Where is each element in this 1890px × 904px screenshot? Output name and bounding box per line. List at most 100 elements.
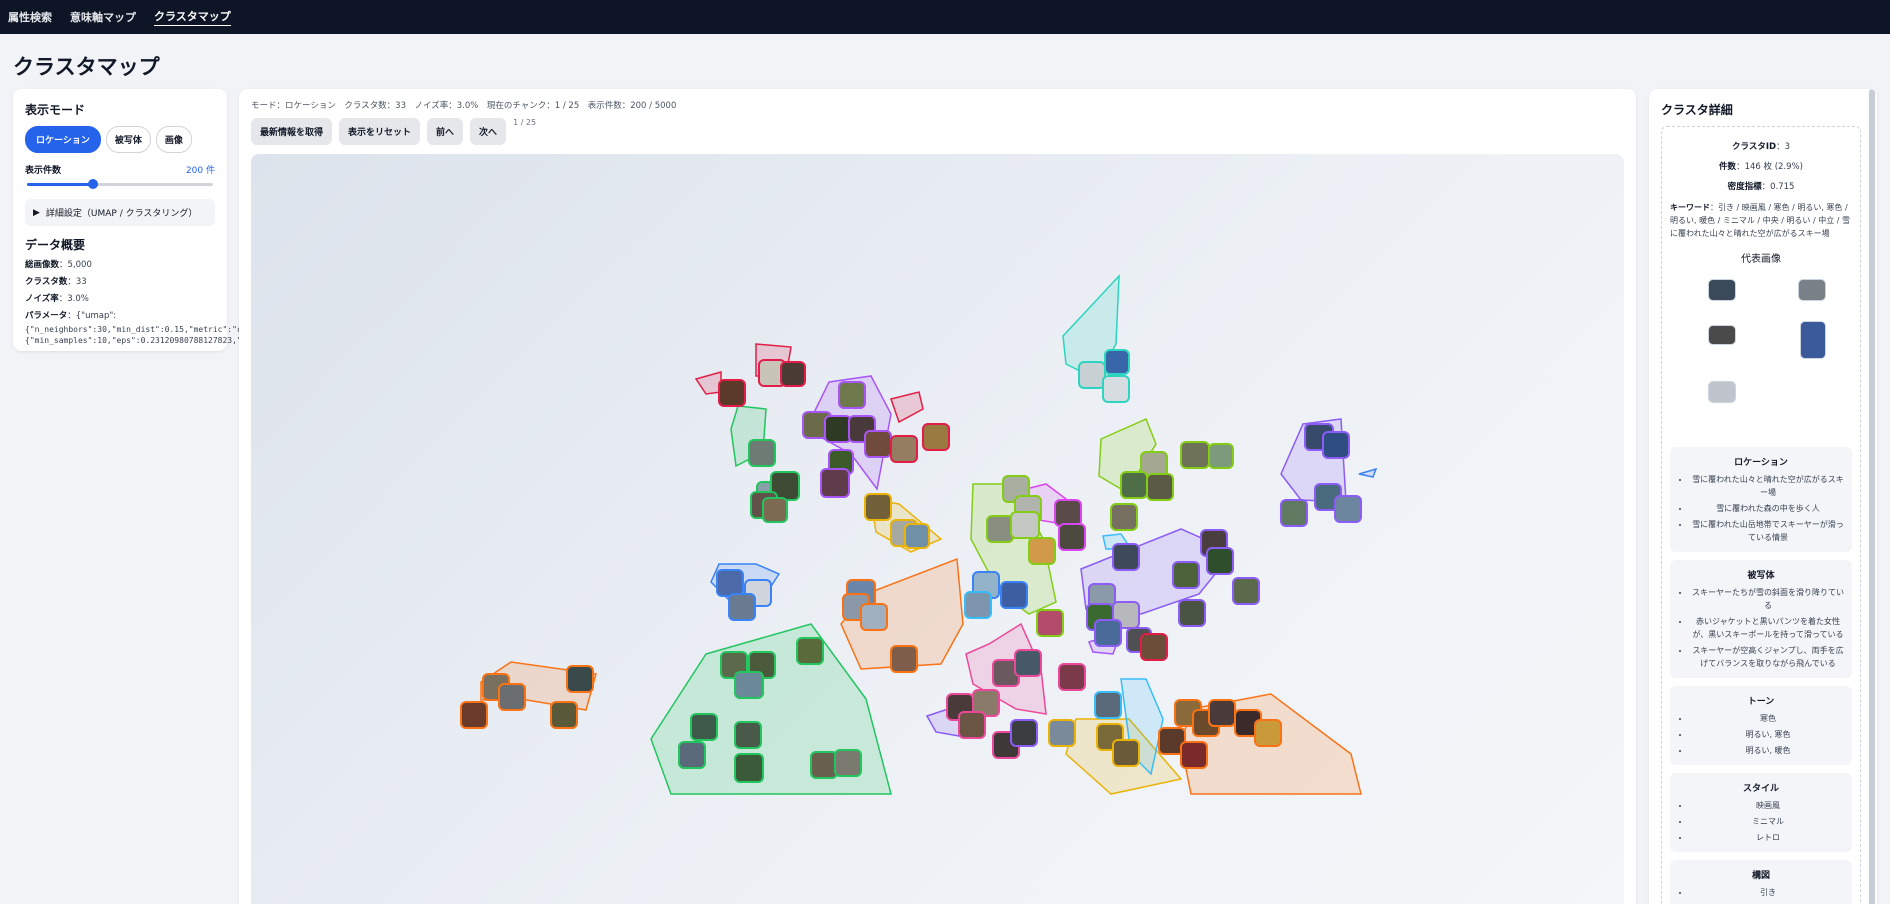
image-thumbnail[interactable] bbox=[864, 493, 892, 521]
image-thumbnail[interactable] bbox=[690, 713, 718, 741]
image-thumbnail[interactable] bbox=[566, 665, 594, 693]
image-thumbnail[interactable] bbox=[1112, 739, 1140, 767]
image-thumbnail[interactable] bbox=[1110, 503, 1138, 531]
image-thumbnail[interactable] bbox=[1180, 441, 1210, 469]
image-thumbnail[interactable] bbox=[734, 721, 762, 749]
image-thumbnail[interactable] bbox=[1232, 577, 1260, 605]
slider-thumb[interactable] bbox=[88, 179, 98, 189]
image-thumbnail[interactable] bbox=[1078, 361, 1106, 389]
image-thumbnail[interactable] bbox=[678, 741, 706, 769]
cluster-count-line: 件数：146 枚 (2.9%) bbox=[1719, 162, 1803, 172]
representative-image[interactable] bbox=[1708, 325, 1736, 345]
image-thumbnail[interactable] bbox=[838, 381, 866, 409]
nav-attribute-search[interactable]: 属性検索 bbox=[8, 9, 52, 25]
image-thumbnail[interactable] bbox=[964, 591, 992, 619]
image-thumbnail[interactable] bbox=[1000, 581, 1028, 609]
image-thumbnail[interactable] bbox=[904, 523, 930, 549]
noise-rate-value: 3.0% bbox=[67, 294, 89, 304]
cluster-count-label: 件数 bbox=[1719, 162, 1737, 172]
mode-location-button[interactable]: ロケーション bbox=[25, 126, 101, 153]
image-thumbnail[interactable] bbox=[1140, 633, 1168, 661]
image-thumbnail[interactable] bbox=[762, 497, 788, 523]
image-thumbnail[interactable] bbox=[748, 439, 776, 467]
image-thumbnail[interactable] bbox=[810, 751, 838, 779]
image-thumbnail[interactable] bbox=[550, 701, 578, 729]
cluster-hull[interactable] bbox=[694, 371, 722, 395]
image-thumbnail[interactable] bbox=[1112, 543, 1140, 571]
nav-semantic-axis-map[interactable]: 意味軸マップ bbox=[70, 9, 136, 25]
image-thumbnail[interactable] bbox=[864, 430, 892, 458]
image-thumbnail[interactable] bbox=[460, 701, 488, 729]
image-thumbnail[interactable] bbox=[1102, 375, 1130, 403]
refresh-button[interactable]: 最新情報を取得 bbox=[251, 118, 333, 145]
image-thumbnail[interactable] bbox=[860, 603, 888, 631]
image-thumbnail[interactable] bbox=[890, 645, 918, 673]
image-thumbnail[interactable] bbox=[1120, 471, 1148, 499]
representative-image[interactable] bbox=[1708, 279, 1736, 301]
map-controls: 最新情報を取得 表示をリセット 前へ 次へ 1 / 25 bbox=[251, 118, 1624, 145]
detail-section-item: レトロ bbox=[1690, 831, 1846, 844]
representative-image[interactable] bbox=[1798, 279, 1826, 301]
advanced-settings-toggle[interactable]: ▶ 詳細設定（UMAP / クラスタリング） bbox=[25, 199, 215, 226]
image-thumbnail[interactable] bbox=[716, 569, 744, 597]
image-thumbnail[interactable] bbox=[734, 671, 764, 699]
image-thumbnail[interactable] bbox=[1104, 349, 1130, 375]
image-thumbnail[interactable] bbox=[1180, 741, 1208, 769]
image-thumbnail[interactable] bbox=[796, 637, 824, 665]
image-thumbnail[interactable] bbox=[1208, 699, 1236, 727]
image-thumbnail[interactable] bbox=[734, 753, 764, 783]
representative-image[interactable] bbox=[1708, 381, 1736, 403]
image-thumbnail[interactable] bbox=[1058, 663, 1086, 691]
image-thumbnail[interactable] bbox=[834, 749, 862, 777]
image-thumbnail[interactable] bbox=[820, 468, 850, 498]
image-thumbnail[interactable] bbox=[1172, 561, 1200, 589]
image-thumbnail[interactable] bbox=[958, 711, 986, 739]
image-thumbnail[interactable] bbox=[1206, 547, 1234, 575]
detail-section-item: 寒色 bbox=[1690, 712, 1846, 725]
image-thumbnail[interactable] bbox=[1058, 523, 1086, 551]
cluster-hull[interactable] bbox=[1358, 467, 1378, 478]
image-thumbnail[interactable] bbox=[1322, 431, 1350, 459]
detail-section-title: スタイル bbox=[1742, 784, 1779, 794]
image-thumbnail[interactable] bbox=[1048, 719, 1076, 747]
image-thumbnail[interactable] bbox=[1010, 511, 1040, 539]
image-thumbnail[interactable] bbox=[1036, 609, 1064, 637]
image-thumbnail[interactable] bbox=[890, 435, 918, 463]
image-thumbnail[interactable] bbox=[986, 515, 1014, 543]
mode-image-button[interactable]: 画像 bbox=[155, 126, 192, 153]
mode-subject-button[interactable]: 被写体 bbox=[105, 126, 151, 153]
image-thumbnail[interactable] bbox=[1178, 599, 1206, 627]
representative-image[interactable] bbox=[1800, 321, 1826, 359]
image-thumbnail[interactable] bbox=[1280, 499, 1308, 527]
image-thumbnail[interactable] bbox=[1094, 619, 1122, 647]
image-thumbnail[interactable] bbox=[1094, 691, 1122, 719]
cluster-map-svg[interactable] bbox=[251, 154, 1624, 904]
representative-images-title: 代表画像 bbox=[1741, 254, 1781, 265]
next-button[interactable]: 次へ bbox=[470, 118, 507, 145]
detail-scrollbar[interactable] bbox=[1869, 89, 1875, 904]
image-thumbnail[interactable] bbox=[1054, 499, 1082, 527]
reset-view-button[interactable]: 表示をリセット bbox=[339, 118, 421, 145]
image-thumbnail[interactable] bbox=[718, 379, 746, 407]
image-thumbnail[interactable] bbox=[780, 361, 806, 387]
image-thumbnail[interactable] bbox=[1334, 495, 1362, 523]
image-thumbnail[interactable] bbox=[922, 423, 950, 451]
image-thumbnail[interactable] bbox=[1254, 719, 1282, 747]
image-thumbnail[interactable] bbox=[1010, 719, 1038, 747]
image-thumbnail[interactable] bbox=[728, 593, 756, 621]
prev-button[interactable]: 前へ bbox=[427, 118, 464, 145]
cluster-detail-box: クラスタID：3 件数：146 枚 (2.9%) 密度指標：0.715 キーワー… bbox=[1661, 126, 1861, 904]
image-thumbnail[interactable] bbox=[1028, 537, 1056, 565]
slider-fill bbox=[27, 183, 93, 186]
display-count-slider[interactable] bbox=[25, 179, 215, 189]
detail-section-item: スキーヤーが空高くジャンプし、両手を広げてバランスを取りながら飛んでいる bbox=[1690, 644, 1846, 670]
image-thumbnail[interactable] bbox=[1208, 443, 1234, 469]
nav-cluster-map[interactable]: クラスタマップ bbox=[154, 8, 231, 26]
display-count-label: 表示件数 bbox=[25, 166, 62, 176]
image-thumbnail[interactable] bbox=[1014, 649, 1042, 677]
image-thumbnail[interactable] bbox=[498, 683, 526, 711]
image-thumbnail[interactable] bbox=[824, 415, 852, 443]
image-thumbnail[interactable] bbox=[1146, 473, 1174, 501]
cluster-hull[interactable] bbox=[890, 391, 924, 424]
cluster-map-canvas[interactable] bbox=[251, 154, 1624, 904]
